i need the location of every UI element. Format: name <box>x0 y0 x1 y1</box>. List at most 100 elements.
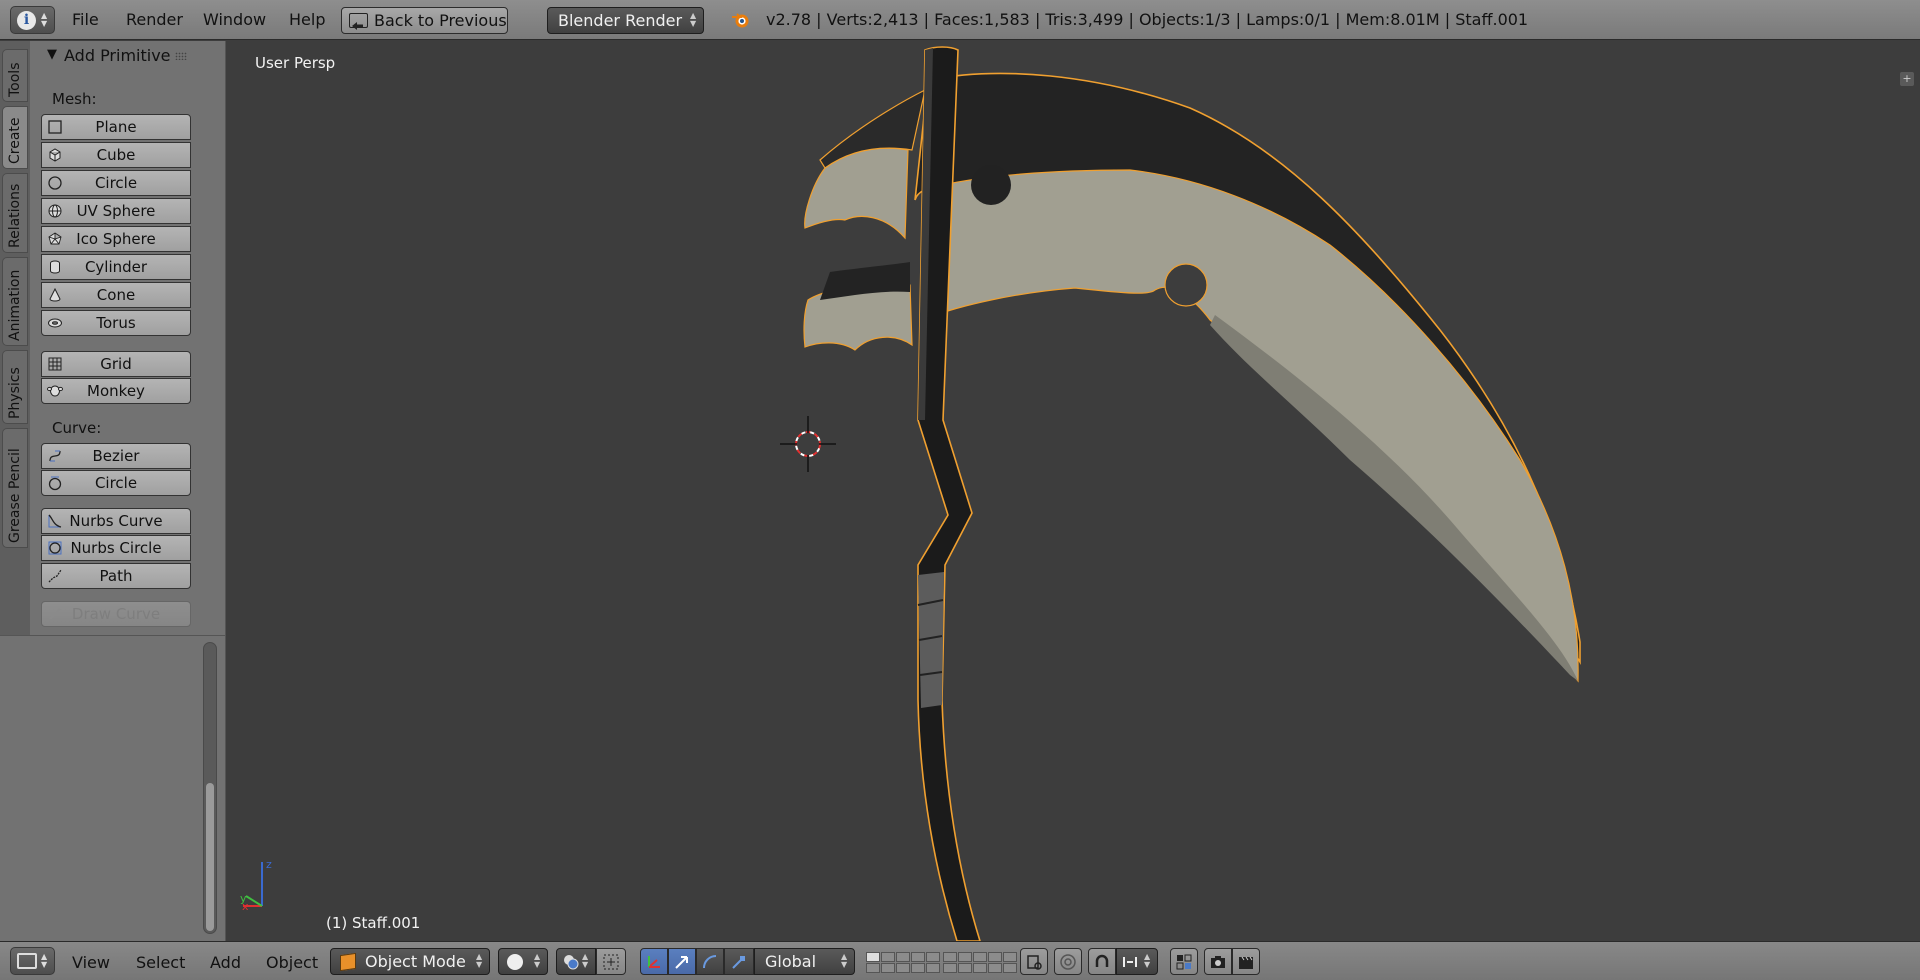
transform-orientation-select[interactable]: Global ▲ ▼ <box>754 948 855 975</box>
rotate-manipulator-button[interactable] <box>696 948 724 975</box>
lower-scrollbar[interactable] <box>203 642 217 934</box>
tab-tools[interactable]: Tools <box>2 49 28 102</box>
proportional-edit-icon <box>1060 954 1076 970</box>
add-circle-label: Circle <box>94 174 138 192</box>
proportional-editing-button[interactable] <box>1054 948 1082 975</box>
layer-button[interactable] <box>988 952 1002 962</box>
add-path-button[interactable]: Path <box>41 563 191 589</box>
render-engine-select[interactable]: Blender Render ▲ ▼ <box>547 7 704 34</box>
pivot-point-select[interactable]: ▲ ▼ <box>556 948 596 975</box>
menu-help[interactable]: Help <box>289 10 325 29</box>
editor-type-selector[interactable]: i ▲ ▼ <box>10 6 55 34</box>
panel-drag-handle[interactable] <box>175 52 187 60</box>
scene-stats: v2.78 | Verts:2,413 | Faces:1,583 | Tris… <box>766 10 1529 29</box>
menu-select[interactable]: Select <box>136 953 185 972</box>
render-opengl-animation-button[interactable] <box>1232 948 1260 975</box>
add-plane-label: Plane <box>95 118 137 136</box>
editor-type-selector[interactable]: ▲ ▼ <box>10 947 55 975</box>
snap-element-select[interactable]: ▲ ▼ <box>1116 948 1158 975</box>
add-nurbs-curve-button[interactable]: Nurbs Curve <box>41 508 191 534</box>
tab-relations-label: Relations <box>7 183 23 248</box>
layer-button[interactable] <box>866 963 880 973</box>
tab-grease-pencil[interactable]: Grease Pencil <box>2 428 28 548</box>
panel-title[interactable]: Add Primitive <box>64 46 171 65</box>
layer-button[interactable] <box>1003 952 1017 962</box>
add-nurbs-circle-button[interactable]: Nurbs Circle <box>41 535 191 561</box>
scythe-model[interactable]: z x y <box>226 41 1920 941</box>
layer-button[interactable] <box>881 963 895 973</box>
layer-button[interactable] <box>973 963 987 973</box>
scene-layers-group-1[interactable] <box>866 952 940 974</box>
menu-object[interactable]: Object <box>266 953 318 972</box>
snap-target-button[interactable] <box>1170 948 1198 975</box>
layer-button[interactable] <box>973 952 987 962</box>
add-cylinder-button[interactable]: Cylinder <box>41 254 191 280</box>
add-torus-button[interactable]: Torus <box>41 310 191 336</box>
lock-camera-layers-button[interactable] <box>1020 948 1048 975</box>
scrollbar-thumb[interactable] <box>206 783 214 931</box>
add-grid-button[interactable]: Grid <box>41 351 191 377</box>
transform-orientation-label: Global <box>765 952 817 971</box>
panel-collapse-icon[interactable]: ▼ <box>47 47 57 62</box>
blender-logo-icon <box>732 13 749 28</box>
layer-button[interactable] <box>896 952 910 962</box>
layer-button[interactable] <box>958 952 972 962</box>
translate-manipulator-button[interactable] <box>668 948 696 975</box>
layer-button[interactable] <box>1003 963 1017 973</box>
cylinder-icon <box>50 260 60 274</box>
interaction-mode-select[interactable]: Object Mode ▲ ▼ <box>330 948 490 975</box>
tab-animation[interactable]: Animation <box>2 257 28 346</box>
add-monkey-button[interactable]: Monkey <box>41 378 191 404</box>
layer-lock-icon <box>1027 955 1042 970</box>
layer-button[interactable] <box>926 963 940 973</box>
tab-physics[interactable]: Physics <box>2 350 28 424</box>
add-cube-label: Cube <box>96 146 136 164</box>
add-cone-button[interactable]: Cone <box>41 282 191 308</box>
axis-gizmo: z x y <box>240 858 272 913</box>
layer-button[interactable] <box>943 952 957 962</box>
layer-button[interactable] <box>866 952 880 962</box>
layer-button[interactable] <box>911 963 925 973</box>
snap-toggle-button[interactable] <box>1088 948 1116 975</box>
add-plane-button[interactable]: Plane <box>41 114 191 140</box>
add-circle-button[interactable]: Circle <box>41 170 191 196</box>
layer-button[interactable] <box>881 952 895 962</box>
menu-add[interactable]: Add <box>210 953 241 972</box>
curve-circle-icon <box>48 476 62 491</box>
tab-relations[interactable]: Relations <box>2 173 28 253</box>
ico-sphere-icon <box>48 232 62 245</box>
tab-create[interactable]: Create <box>2 106 28 169</box>
back-to-previous-button[interactable]: Back to Previous <box>341 7 508 34</box>
add-ico-sphere-button[interactable]: Ico Sphere <box>41 226 191 252</box>
menu-view[interactable]: View <box>72 953 110 972</box>
3d-viewport[interactable]: z x y <box>226 41 1920 941</box>
updown-arrows-icon: ▲ ▼ <box>841 952 848 969</box>
menu-window[interactable]: Window <box>203 10 266 29</box>
layer-button[interactable] <box>896 963 910 973</box>
layer-button[interactable] <box>926 952 940 962</box>
layer-button[interactable] <box>943 963 957 973</box>
add-uv-sphere-button[interactable]: UV Sphere <box>41 198 191 224</box>
layer-button[interactable] <box>988 963 1002 973</box>
rotate-arc-icon <box>703 955 717 969</box>
properties-region-toggle-icon[interactable]: + <box>1900 72 1914 86</box>
layer-button[interactable] <box>958 963 972 973</box>
scene-layers-group-2[interactable] <box>943 952 1017 974</box>
transform-manipulator-toggle[interactable] <box>640 948 668 975</box>
menu-render[interactable]: Render <box>126 10 183 29</box>
add-cube-button[interactable]: Cube <box>41 142 191 168</box>
3d-cursor-icon[interactable] <box>780 416 836 472</box>
tab-animation-label: Animation <box>7 269 23 341</box>
add-bezier-circle-button[interactable]: Circle <box>41 470 191 496</box>
viewport-shading-select[interactable]: ▲ ▼ <box>498 948 548 975</box>
scale-manipulator-button[interactable] <box>724 948 754 975</box>
layer-button[interactable] <box>911 952 925 962</box>
render-opengl-image-button[interactable] <box>1204 948 1232 975</box>
tool-shelf-lower <box>0 635 226 941</box>
add-path-label: Path <box>99 567 133 585</box>
nurbs-curve-icon <box>48 514 62 528</box>
menu-file[interactable]: File <box>72 10 99 29</box>
add-bezier-button[interactable]: Bezier <box>41 443 191 469</box>
manipulate-center-points-button[interactable] <box>596 948 626 975</box>
add-cylinder-label: Cylinder <box>84 258 148 276</box>
